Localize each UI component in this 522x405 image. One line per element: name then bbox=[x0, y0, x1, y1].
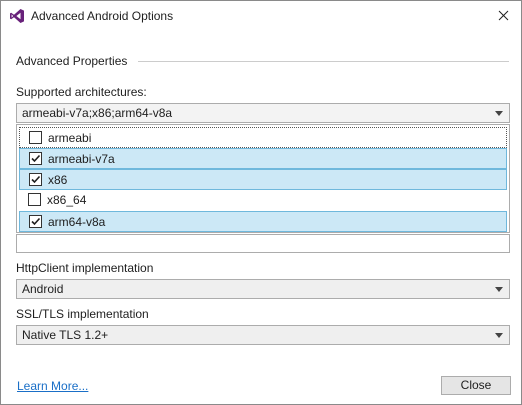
arch-option-x86-64[interactable]: x86_64 bbox=[19, 190, 507, 211]
learn-more-link[interactable]: Learn More... bbox=[17, 379, 88, 393]
text-input[interactable] bbox=[16, 234, 510, 253]
ssl-tls-label: SSL/TLS implementation bbox=[16, 307, 149, 321]
checkbox[interactable] bbox=[29, 215, 42, 228]
option-label: x86 bbox=[48, 173, 68, 187]
title-bar: Advanced Android Options bbox=[1, 1, 521, 31]
checkmark-icon bbox=[31, 217, 41, 226]
checkmark-icon bbox=[31, 154, 41, 163]
arch-option-x86[interactable]: x86 bbox=[19, 169, 507, 190]
advanced-android-options-dialog: Advanced Android Options Advanced Proper… bbox=[0, 0, 522, 405]
checkbox[interactable] bbox=[29, 152, 42, 165]
http-client-value: Android bbox=[22, 282, 64, 296]
architectures-value: armeabi-v7a;x86;arm64-v8a bbox=[22, 106, 173, 120]
close-button[interactable]: Close bbox=[441, 376, 511, 395]
checkmark-icon bbox=[31, 175, 41, 184]
chevron-down-icon[interactable] bbox=[495, 333, 503, 338]
arch-option-armeabi-v7a[interactable]: armeabi-v7a bbox=[19, 148, 507, 169]
chevron-down-icon[interactable] bbox=[495, 287, 503, 292]
architectures-dropdown-list: armeabi armeabi-v7a x86 x86_64 arm64-v8a bbox=[16, 124, 510, 233]
architectures-combobox[interactable]: armeabi-v7a;x86;arm64-v8a bbox=[16, 103, 510, 123]
architectures-label: Supported architectures: bbox=[16, 85, 147, 99]
option-label: x86_64 bbox=[47, 193, 87, 207]
chevron-down-icon[interactable] bbox=[495, 111, 503, 116]
option-label: armeabi-v7a bbox=[48, 152, 115, 166]
section-header: Advanced Properties bbox=[16, 54, 128, 68]
checkbox[interactable] bbox=[28, 193, 41, 206]
ssl-tls-value: Native TLS 1.2+ bbox=[22, 328, 109, 342]
arch-option-arm64-v8a[interactable]: arm64-v8a bbox=[19, 211, 507, 232]
close-icon[interactable] bbox=[487, 1, 519, 31]
visual-studio-logo-icon bbox=[10, 9, 24, 23]
ssl-tls-combobox[interactable]: Native TLS 1.2+ bbox=[16, 325, 510, 345]
arch-option-armeabi[interactable]: armeabi bbox=[19, 127, 507, 148]
http-client-label: HttpClient implementation bbox=[16, 261, 154, 275]
http-client-combobox[interactable]: Android bbox=[16, 279, 510, 299]
checkbox[interactable] bbox=[29, 173, 42, 186]
checkbox[interactable] bbox=[29, 131, 42, 144]
option-label: arm64-v8a bbox=[48, 215, 106, 229]
section-divider bbox=[138, 61, 509, 62]
option-label: armeabi bbox=[48, 131, 92, 145]
window-title: Advanced Android Options bbox=[31, 9, 174, 23]
